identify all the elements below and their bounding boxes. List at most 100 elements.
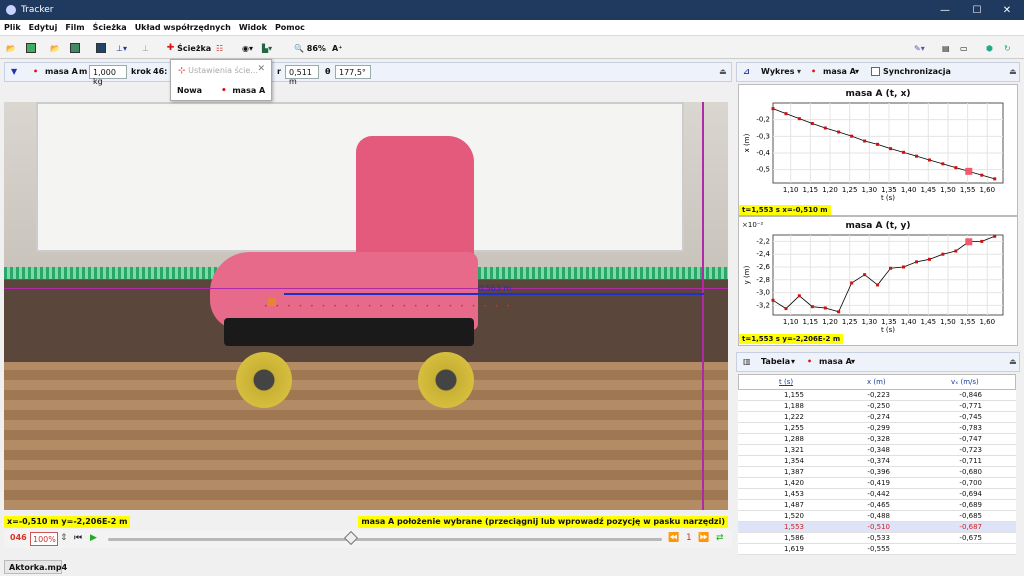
- col-header-t[interactable]: t (s): [779, 378, 793, 386]
- table-row[interactable]: 1,354 -0,374 -0,711: [738, 456, 1016, 467]
- maximize-icon[interactable]: ☐: [962, 0, 992, 20]
- video-file-tab[interactable]: Aktorka.mp4: [4, 560, 67, 574]
- coordinate-axes-icon[interactable]: ⊥▾: [116, 41, 127, 55]
- table-cell: -0,328: [867, 435, 890, 443]
- chart-tx[interactable]: masa A (t, x) 1,10 1,15 1,20 1,25 1,30 1,35 1,…: [738, 84, 1018, 216]
- collapse-toolbar-icon[interactable]: ⏏: [719, 67, 727, 76]
- col-header-vx[interactable]: vₓ (m/s): [951, 378, 979, 386]
- table-row[interactable]: 1,553 -0,510 -0,687: [738, 522, 1016, 533]
- theta-field[interactable]: 177,5°: [335, 65, 371, 79]
- chart-panel-toggle-icon[interactable]: ⏏: [1009, 67, 1017, 76]
- step-forward-icon[interactable]: ⏩: [698, 533, 709, 543]
- table-row[interactable]: 1,586 -0,533 -0,675: [738, 533, 1016, 544]
- close-icon[interactable]: ✕: [992, 0, 1022, 20]
- table-cell: 1,255: [783, 424, 804, 432]
- loop-icon[interactable]: ⇄: [716, 533, 724, 543]
- chart-tx-x-tick-label: 1,45: [921, 186, 937, 194]
- table-view-icon[interactable]: ▥: [743, 357, 751, 366]
- table-row[interactable]: 1,188 -0,250 -0,771: [738, 401, 1016, 412]
- y-axis-line[interactable]: [702, 102, 704, 510]
- layout-icon[interactable]: ▭: [960, 41, 968, 55]
- table-view-dropdown[interactable]: Tabela: [761, 357, 790, 366]
- menu-sciezka[interactable]: Ścieżka: [93, 23, 127, 32]
- table-row[interactable]: 1,288 -0,328 -0,747: [738, 434, 1016, 445]
- eye-icon[interactable]: ◉▾: [242, 41, 253, 55]
- table-cell: -0,680: [959, 468, 982, 476]
- chart-tx-x-tick-label: 1,40: [901, 186, 917, 194]
- chart-view-dropdown[interactable]: Wykres: [761, 67, 795, 76]
- table-row[interactable]: 1,420 -0,419 -0,700: [738, 478, 1016, 489]
- library-icon[interactable]: ⬢: [986, 41, 993, 55]
- data-table[interactable]: 1,155 -0,223 -0,846 1,188 -0,250 -0,771 1,222 -…: [738, 390, 1016, 555]
- calibration-icon[interactable]: ⊥: [142, 41, 149, 55]
- selected-position-marker[interactable]: [268, 298, 276, 306]
- table-row[interactable]: 1,487 -0,465 -0,689: [738, 500, 1016, 511]
- video-view[interactable]: 0,563 m ••••••••••••••••••••••: [4, 102, 728, 510]
- mass-field[interactable]: 1,000 kg: [89, 65, 127, 86]
- menu-pomoc[interactable]: Pomoc: [275, 23, 305, 32]
- chart-tx-x-tick-label: 1,55: [960, 186, 976, 194]
- table-row[interactable]: 1,155 -0,223 -0,846: [738, 390, 1016, 401]
- sync-checkbox[interactable]: [871, 67, 880, 76]
- chart-view-chevron-icon[interactable]: ▾: [797, 67, 801, 76]
- menu-plik[interactable]: Plik: [4, 23, 21, 32]
- table-row[interactable]: 1,453 -0,442 -0,694: [738, 489, 1016, 500]
- chart-view-icon[interactable]: ⊿: [743, 67, 750, 76]
- menu-uklad[interactable]: Układ współrzędnych: [135, 23, 231, 32]
- chart-ty-data-point: [941, 252, 945, 256]
- track-name[interactable]: masa A: [45, 67, 78, 76]
- r-field[interactable]: 0,511 m: [285, 65, 319, 86]
- track-menu-button[interactable]: ✚ Ścieżka: [166, 41, 212, 55]
- minimize-icon[interactable]: —: [930, 0, 960, 20]
- chart-ty[interactable]: masa A (t, y) ×10⁻² 1,10 1,15 1,20 1,25 1,30…: [738, 216, 1018, 346]
- table-cell: -0,374: [867, 457, 890, 465]
- clip-settings-icon[interactable]: [96, 41, 106, 55]
- table-track-dropdown[interactable]: masa A: [819, 357, 852, 366]
- popup-track-item[interactable]: • masa A: [221, 86, 265, 96]
- refresh-icon[interactable]: ↻: [1004, 41, 1011, 55]
- rewind-icon[interactable]: ⏮: [74, 533, 82, 543]
- play-icon[interactable]: ▶: [90, 533, 97, 543]
- chart-ty-x-axis-label: t (s): [881, 326, 895, 334]
- chart-tx-data-point: [784, 112, 788, 116]
- notes-icon[interactable]: ▤: [942, 41, 950, 55]
- x-axis-line[interactable]: [4, 288, 728, 289]
- frame-slider[interactable]: [108, 538, 662, 541]
- table-cell: -0,299: [867, 424, 890, 432]
- table-row[interactable]: 1,321 -0,348 -0,723: [738, 445, 1016, 456]
- menu-film[interactable]: Film: [65, 23, 84, 32]
- table-track-chevron-icon[interactable]: ▾: [851, 357, 855, 366]
- font-size-icon[interactable]: A⁺: [332, 41, 342, 55]
- table-row[interactable]: 1,387 -0,396 -0,680: [738, 467, 1016, 478]
- playback-rate-field[interactable]: 100%: [30, 532, 58, 546]
- table-row[interactable]: 1,222 -0,274 -0,745: [738, 412, 1016, 423]
- calibration-stick[interactable]: [284, 293, 704, 295]
- popup-title: ⊹ Ustawienia ście...: [178, 66, 258, 76]
- popup-new-item[interactable]: Nowa: [177, 86, 202, 95]
- zoom-button[interactable]: 🔍 86%: [294, 41, 326, 55]
- pencil-icon[interactable]: ✎▾: [914, 41, 925, 55]
- col-header-x[interactable]: x (m): [867, 378, 886, 386]
- step-size[interactable]: 1: [686, 533, 692, 543]
- axes-toggle-icon[interactable]: ▼: [11, 67, 17, 76]
- frame-slider-thumb[interactable]: [343, 530, 359, 546]
- save-video-icon[interactable]: [70, 41, 80, 55]
- graph-options-icon[interactable]: ▙▾: [262, 41, 272, 55]
- save-icon[interactable]: [26, 41, 36, 55]
- open-icon[interactable]: 📂: [6, 41, 16, 55]
- step-label: krok: [131, 67, 152, 76]
- table-row[interactable]: 1,619 -0,555: [738, 544, 1016, 555]
- table-row[interactable]: 1,520 -0,488 -0,685: [738, 511, 1016, 522]
- track-control-icon[interactable]: ☷: [216, 41, 223, 55]
- open-video-icon[interactable]: 📂: [50, 41, 60, 55]
- menu-widok[interactable]: Widok: [239, 23, 267, 32]
- table-row[interactable]: 1,255 -0,299 -0,783: [738, 423, 1016, 434]
- rate-spinner-icon[interactable]: ⇕: [60, 533, 68, 543]
- table-view-chevron-icon[interactable]: ▾: [791, 357, 795, 366]
- table-panel-toggle-icon[interactable]: ⏏: [1009, 357, 1017, 366]
- chart-track-dropdown[interactable]: masa A: [823, 67, 856, 76]
- chart-track-chevron-icon[interactable]: ▾: [855, 67, 859, 76]
- menu-edytuj[interactable]: Edytuj: [29, 23, 58, 32]
- step-back-icon[interactable]: ⏪: [668, 533, 679, 543]
- popup-close-icon[interactable]: ✕: [257, 64, 265, 74]
